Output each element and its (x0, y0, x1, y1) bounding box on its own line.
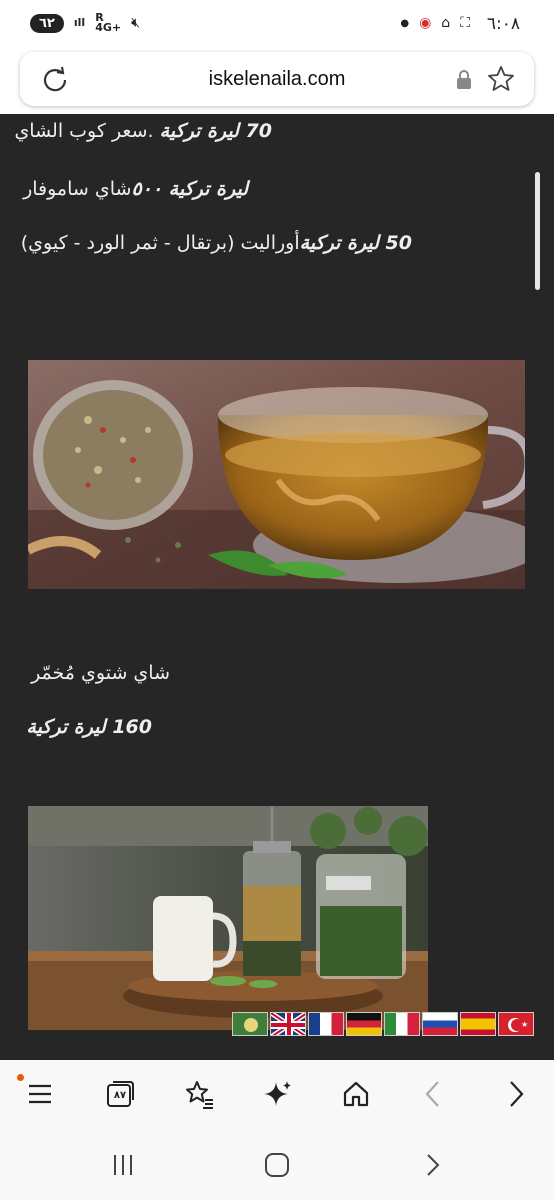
mute-icon: 🔇︎ (131, 15, 140, 31)
herbal-tea-photo (28, 360, 525, 589)
menu-line-tea-cup: 70 ليرة تركية .سعر كوب الشاي (14, 120, 272, 142)
page-content: 70 ليرة تركية .سعر كوب الشاي ليرة تركية … (0, 114, 554, 1060)
forward-icon[interactable] (499, 1078, 531, 1110)
price: ليرة تركية ٥٠٠ (131, 178, 248, 200)
hamburger-menu-icon[interactable] (24, 1078, 56, 1110)
scrollbar[interactable] (535, 172, 540, 290)
price: 50 ليرة تركية (299, 232, 412, 254)
flag-italian-icon[interactable] (384, 1012, 420, 1036)
home-icon[interactable] (340, 1078, 372, 1110)
sparkle-icon[interactable] (262, 1078, 294, 1110)
flag-turkish-icon[interactable]: ★ (498, 1012, 534, 1036)
winter-tea-title: شاي شتوي مُخمّر (31, 662, 170, 684)
flag-french-icon[interactable] (308, 1012, 344, 1036)
status-right: ● ◉ ⌂ ⛶ (400, 15, 470, 31)
battery-indicator: ٦٢ (30, 13, 64, 33)
recent-apps-icon[interactable] (108, 1150, 138, 1180)
winter-tea-price: 160 ليرة تركية (26, 716, 152, 738)
network-type: R 4G+ (95, 11, 122, 34)
cast-icon: ⌂ (441, 15, 451, 31)
browser-header: iskelenaila.com (0, 50, 554, 114)
menu-line-oralite: 50 ليرة تركيةأوراليت (برتقال - ثمر الورد… (21, 232, 412, 254)
record-icon: ◉ (419, 15, 432, 31)
flag-arabic-icon[interactable] (232, 1012, 268, 1036)
signal-icon: ıll (73, 16, 86, 29)
lock-icon[interactable] (456, 70, 472, 90)
notification-dot-icon: ● (400, 17, 410, 29)
price: 70 ليرة تركية (159, 120, 272, 142)
back-icon[interactable] (418, 1078, 450, 1110)
flag-russian-icon[interactable] (422, 1012, 458, 1036)
menu-line-samovar: ليرة تركية ٥٠٠شاي ساموفار (23, 178, 248, 200)
price: 160 ليرة تركية (26, 716, 152, 738)
browser-toolbar: ٨٧ (0, 1060, 554, 1132)
tabs-icon[interactable]: ٨٧ (104, 1078, 136, 1110)
language-switcher: ★ (232, 1012, 534, 1036)
notification-badge (17, 1074, 24, 1081)
screenshot-icon: ⛶ (460, 15, 470, 31)
system-home-icon[interactable] (262, 1150, 292, 1180)
clock: ٦:٠٨ (486, 14, 520, 34)
system-navigation-bar (0, 1132, 554, 1200)
item-label: .سعر كوب الشاي (14, 120, 154, 142)
item-label: شاي ساموفار (23, 178, 132, 200)
bookmark-star-icon[interactable] (486, 64, 516, 94)
flag-german-icon[interactable] (346, 1012, 382, 1036)
status-bar: ٦٢ ıll R 4G+ 🔇︎ ● ◉ ⌂ ⛶ ٦:٠٨ (0, 0, 554, 50)
system-back-icon[interactable] (418, 1150, 448, 1180)
tabs-count: ٨٧ (113, 1090, 127, 1101)
flag-english-icon[interactable] (270, 1012, 306, 1036)
french-press-tea-photo (28, 806, 428, 1030)
address-bar[interactable]: iskelenaila.com (20, 52, 534, 106)
status-left: ٦٢ ıll R 4G+ 🔇︎ (30, 11, 140, 34)
bookmarks-icon[interactable] (183, 1078, 215, 1110)
flag-spanish-icon[interactable] (460, 1012, 496, 1036)
item-label: أوراليت (برتقال - ثمر الورد - كيوي) (20, 232, 300, 254)
